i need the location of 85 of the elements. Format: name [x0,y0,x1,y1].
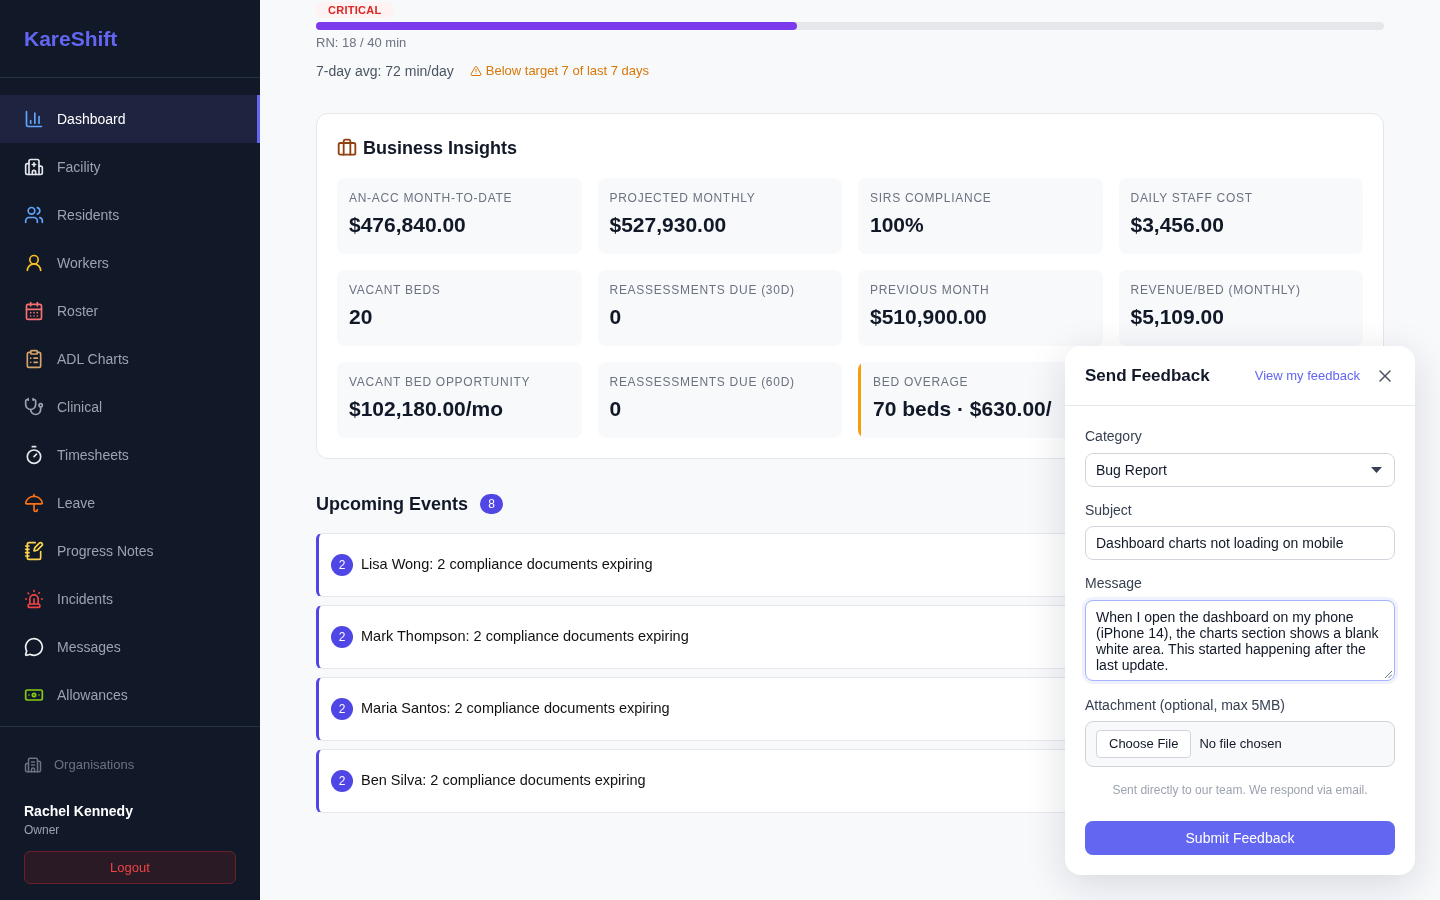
nav-item[interactable]: Progress Notes [0,527,260,575]
field-label: Category [1085,427,1142,446]
nav-item[interactable]: ADL Charts [0,335,260,383]
building-icon [24,756,42,774]
hospital-icon [24,157,44,177]
field-label: Subject [1085,501,1132,520]
subject-field[interactable]: Dashboard charts not loading on mobile [1085,526,1395,560]
nav-item[interactable]: Dashboard [0,95,260,143]
nav-item[interactable]: Allowances [0,671,260,719]
metric-label: REVENUE/BED (MONTHLY) [1130,282,1301,298]
metric-value: 70 beds · $630.00/ [873,396,1052,422]
nav-item[interactable]: Roster [0,287,260,335]
metric-value: 0 [609,396,622,422]
metric-label: PREVIOUS MONTH [870,282,990,298]
nav-item[interactable]: Clinical [0,383,260,431]
event-text: Ben Silva: 2 compliance documents expiring [361,771,646,791]
category-select[interactable]: Bug Report [1085,453,1395,487]
notepad-pencil-icon [24,541,44,561]
stopwatch-icon [24,445,44,465]
speech-bubble-icon [24,637,44,657]
metric-value: 0 [609,304,622,330]
calendar-icon [24,301,44,321]
logout-button[interactable]: Logout [24,851,236,884]
people-icon [24,205,44,225]
metric-label: REASSESSMENTS DUE (60D) [609,374,795,390]
count-badge: 2 [331,554,353,576]
file-field[interactable]: Choose File No file chosen [1085,721,1395,767]
card-title: Business Insights [363,136,518,160]
user-name: Rachel Kennedy [24,802,133,821]
metric-label: VACANT BED OPPORTUNITY [349,374,531,390]
nav-item[interactable]: Leave [0,479,260,527]
count-badge: 2 [331,626,353,648]
view-feedback-link[interactable]: View my feedback [1254,365,1360,386]
status-badge: CRITICAL [316,2,394,18]
nav-item[interactable]: Timesheets [0,431,260,479]
metric-value: $476,840.00 [349,212,466,238]
umbrella-icon [24,493,44,513]
metric-value: $3,456.00 [1130,212,1224,238]
dialog-title: Send Feedback [1085,364,1210,387]
choose-file-button[interactable]: Choose File [1096,730,1192,758]
metric-label: DAILY STAFF COST [1130,190,1253,206]
metric-value: $527,930.00 [609,212,727,238]
metric-value: $510,900.00 [870,304,987,330]
message-field[interactable]: When I open the dashboard on my phone (iPhone 14), the charts section shows a blank white area. This started happening after the last update. [1085,600,1395,681]
metric-label: SIRS COMPLIANCE [870,190,992,206]
field-label: Attachment (optional, max 5MB) [1085,696,1285,715]
section-title: Upcoming Events [316,492,469,516]
metric-value: 100% [870,212,924,238]
metric-label: BED OVERAGE [873,374,969,390]
average-text: 7-day avg: 72 min/day [316,62,454,81]
submit-button[interactable]: Submit Feedback [1085,821,1395,855]
event-text: Lisa Wong: 2 compliance documents expiring [361,555,653,575]
briefcase-icon [337,138,357,158]
metric-label: AN-ACC MONTH-TO-DATE [349,190,513,206]
field-label: Message [1085,574,1142,593]
warning-icon [469,65,482,77]
nav-item[interactable]: Incidents [0,575,260,623]
organisations-link[interactable]: Organisations [24,755,135,775]
resize-grip-icon [1385,671,1392,678]
count-badge: 2 [331,770,353,792]
user-role: Owner [24,822,60,838]
nav-item[interactable]: Facility [0,143,260,191]
person-icon [24,253,44,273]
warning-text: Below target 7 of last 7 days [485,62,650,80]
app-logo[interactable]: KareShift [24,22,118,55]
caret-icon [1371,467,1382,473]
progress-reading: RN: 18 / 40 min [316,34,407,52]
metric-value: $5,109.00 [1130,304,1224,330]
count-badge: 2 [331,698,353,720]
metric-label: REASSESSMENTS DUE (30D) [609,282,795,298]
count-badge: 8 [480,494,504,514]
metric-value: $102,180.00/mo [349,396,504,422]
siren-icon [24,589,44,609]
nav-item[interactable]: Messages [0,623,260,671]
bar-chart-icon [24,109,44,129]
clipboard-icon [24,349,44,369]
stethoscope-icon [24,397,44,417]
metric-label: VACANT BEDS [349,282,441,298]
nav-item[interactable]: Residents [0,191,260,239]
hint-text: Sent directly to our team. We respond via email. [1112,782,1368,798]
event-text: Mark Thompson: 2 compliance documents expiring [361,627,689,647]
metric-label: PROJECTED MONTHLY [609,190,756,206]
metric-value: 20 [349,304,373,330]
event-text: Maria Santos: 2 compliance documents expiring [361,699,670,719]
nav-item[interactable]: Workers [0,239,260,287]
